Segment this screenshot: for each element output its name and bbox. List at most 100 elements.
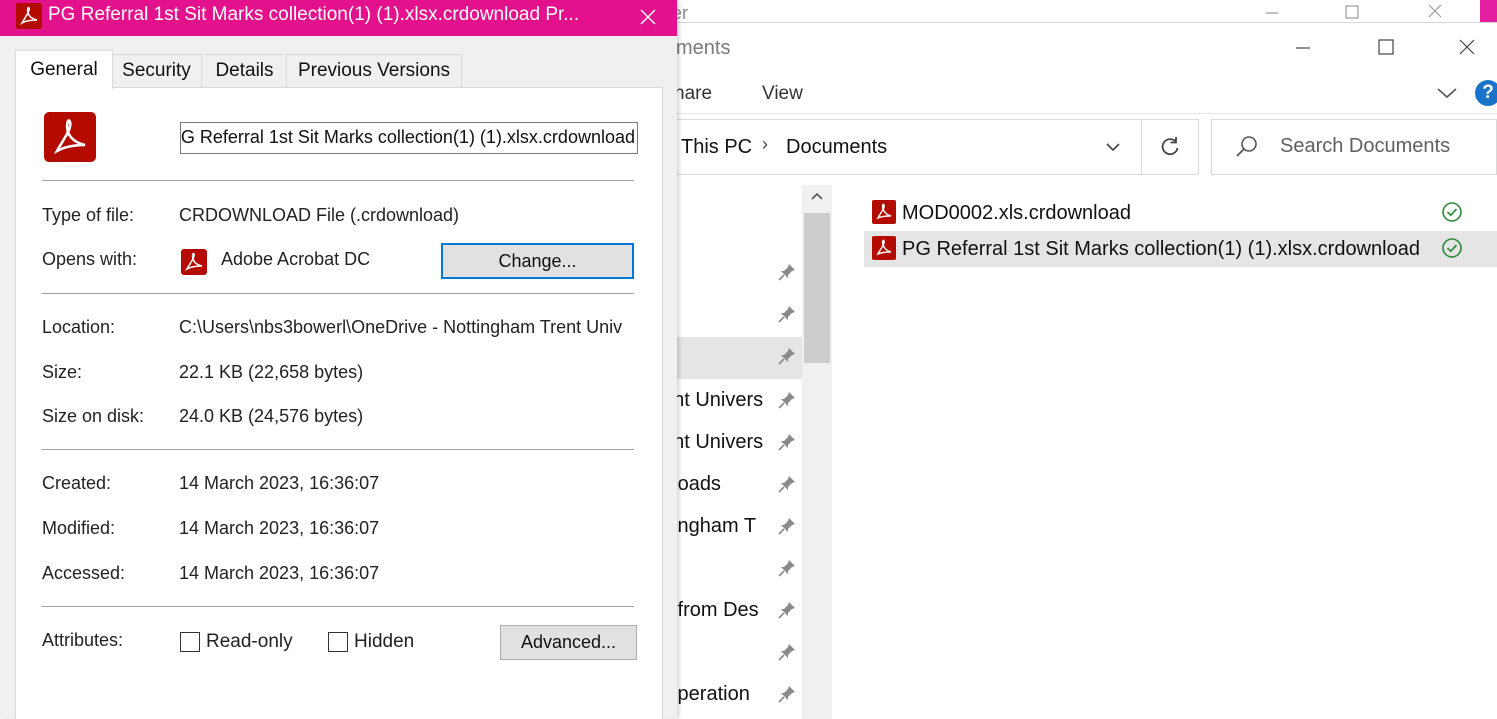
tab-previous-versions[interactable]: Previous Versions	[286, 54, 462, 87]
file-name: PG Referral 1st Sit Marks collection(1) …	[902, 238, 1420, 260]
background-close-button[interactable]	[1415, 0, 1455, 22]
ribbon-tab-share[interactable]: hare	[674, 83, 712, 105]
tab-details[interactable]: Details	[201, 54, 288, 87]
readonly-label[interactable]: Read-only	[206, 631, 293, 653]
created-value: 14 March 2023, 16:36:07	[179, 473, 380, 493]
size-value: 22.1 KB (22,658 bytes)	[179, 362, 364, 382]
size-on-disk-label: Size on disk:	[42, 406, 145, 426]
ribbon-divider	[660, 113, 1497, 114]
change-button[interactable]: Change...	[441, 243, 634, 279]
file-row-selected[interactable]: PG Referral 1st Sit Marks collection(1) …	[864, 231, 1497, 267]
nav-item[interactable]	[660, 295, 802, 337]
type-label: Type of file:	[42, 205, 135, 225]
created-label: Created:	[42, 473, 112, 493]
background-maximize-button[interactable]	[1332, 0, 1372, 22]
size-on-disk-value: 24.0 KB (24,576 bytes)	[179, 406, 364, 426]
acrobat-icon	[872, 200, 896, 224]
divider	[42, 449, 634, 450]
divider	[42, 293, 634, 294]
general-panel: PG Referral 1st Sit Marks collection(1) …	[15, 87, 663, 719]
pin-icon	[778, 644, 795, 661]
nav-item[interactable]	[660, 633, 802, 675]
advanced-button[interactable]: Advanced...	[500, 625, 637, 660]
modified-value: 14 March 2023, 16:36:07	[179, 518, 380, 538]
attributes-label: Attributes:	[42, 630, 124, 650]
tab-general[interactable]: General	[15, 50, 113, 89]
breadcrumb-this-pc[interactable]: This PC	[681, 136, 752, 159]
pin-icon	[778, 264, 795, 281]
explorer-maximize-button[interactable]	[1363, 31, 1409, 63]
pin-icon	[778, 306, 795, 323]
tab-security[interactable]: Security	[110, 54, 203, 87]
search-icon	[1234, 134, 1260, 160]
pin-icon	[778, 560, 795, 577]
explorer-title: ments	[676, 37, 731, 59]
acrobat-icon	[181, 249, 207, 275]
nav-scrollbar[interactable]	[802, 185, 832, 719]
modified-label: Modified:	[42, 518, 116, 538]
breadcrumb-chevron-icon[interactable]: ›	[762, 134, 768, 155]
navigation-pane: ent Univers ent Univers nloads ttingham …	[660, 185, 802, 719]
file-name: MOD0002.xls.crdownload	[902, 202, 1131, 224]
explorer-minimize-button[interactable]	[1280, 31, 1326, 63]
explorer-close-button[interactable]	[1444, 31, 1490, 63]
search-box[interactable]	[1211, 119, 1497, 175]
opens-with-label: Opens with:	[42, 249, 138, 269]
ribbon-expand-chevron-icon[interactable]	[1435, 83, 1459, 103]
file-explorer-window: ments hare View ? This PC › Documents Se…	[660, 22, 1497, 719]
nav-item[interactable]: ttingham T	[660, 507, 802, 549]
nav-item[interactable]: ent Univers	[660, 423, 802, 465]
accessed-value: 14 March 2023, 16:36:07	[179, 563, 380, 583]
sync-check-icon	[1442, 202, 1462, 222]
pin-icon	[778, 434, 795, 451]
scroll-up-chevron-icon[interactable]	[810, 191, 824, 201]
readonly-checkbox[interactable]	[180, 632, 200, 652]
dialog-title: PG Referral 1st Sit Marks collection(1) …	[48, 4, 580, 25]
opens-with-value: Adobe Acrobat DC	[221, 249, 371, 269]
nav-item[interactable]	[660, 185, 802, 227]
hidden-checkbox[interactable]	[328, 632, 348, 652]
pin-icon	[778, 518, 795, 535]
address-dropdown-chevron-icon[interactable]	[1100, 134, 1126, 160]
sync-check-icon	[1442, 238, 1462, 258]
nav-item[interactable]: nloads	[660, 465, 802, 507]
nav-item[interactable]: Operation	[660, 675, 802, 717]
size-label: Size:	[42, 362, 83, 382]
location-label: Location:	[42, 317, 116, 337]
pin-icon	[778, 476, 795, 493]
nav-item[interactable]: s from Des	[660, 591, 802, 633]
file-name-value: PG Referral 1st Sit Marks collection(1) …	[180, 127, 635, 147]
pin-icon	[778, 686, 795, 703]
search-input[interactable]	[1280, 133, 1480, 159]
properties-dialog: PG Referral 1st Sit Marks collection(1) …	[0, 0, 677, 719]
refresh-icon[interactable]	[1142, 120, 1198, 174]
acrobat-icon	[44, 112, 96, 162]
divider	[42, 180, 634, 181]
ribbon-tab-view[interactable]: View	[762, 83, 803, 105]
nav-item[interactable]: ent Univers	[660, 381, 802, 423]
acrobat-icon	[872, 236, 896, 260]
divider	[42, 606, 634, 607]
accessed-label: Accessed:	[42, 563, 126, 583]
background-minimize-button[interactable]	[1252, 0, 1292, 22]
file-name-input[interactable]: PG Referral 1st Sit Marks collection(1) …	[180, 122, 638, 154]
type-value: CRDOWNLOAD File (.crdownload)	[179, 205, 460, 225]
acrobat-icon	[16, 3, 42, 29]
background-app-edge	[1480, 0, 1497, 22]
nav-item[interactable]	[660, 549, 802, 591]
location-value: C:\Users\nbs3bowerl\OneDrive - Nottingha…	[179, 317, 623, 337]
pin-icon	[778, 392, 795, 409]
hidden-label[interactable]: Hidden	[354, 631, 414, 653]
address-bar[interactable]: This PC › Documents	[660, 119, 1199, 175]
nav-item[interactable]	[660, 253, 802, 295]
background-window: er	[660, 0, 1480, 23]
help-icon[interactable]: ?	[1475, 80, 1497, 106]
dialog-body: General Security Details Previous Versio…	[0, 36, 677, 719]
pin-icon	[778, 602, 795, 619]
nav-item-selected[interactable]	[660, 337, 802, 379]
scrollbar-thumb[interactable]	[804, 213, 830, 363]
dialog-titlebar[interactable]: PG Referral 1st Sit Marks collection(1) …	[0, 0, 677, 36]
breadcrumb-documents[interactable]: Documents	[786, 136, 887, 159]
file-row[interactable]: MOD0002.xls.crdownload	[864, 195, 1497, 231]
close-icon[interactable]	[634, 3, 662, 31]
